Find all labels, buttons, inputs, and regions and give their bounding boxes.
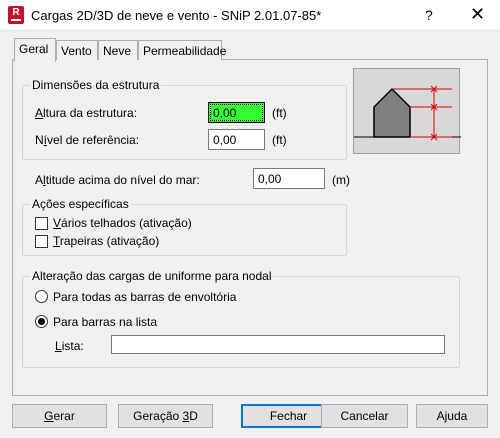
close-icon[interactable]: ✕ [470,4,485,25]
cancel-button[interactable]: Cancelar [321,404,408,428]
list-bars-radio[interactable] [35,315,48,328]
app-icon: R [8,6,24,24]
reference-level-unit: (ft) [272,133,287,147]
help-button[interactable]: Ajuda [416,404,488,428]
dormers-checkbox[interactable] [35,235,48,248]
height-label: Altura da estrutura: [35,106,138,120]
window-title: Cargas 2D/3D de neve e vento - SNiP 2.01… [31,8,322,23]
all-bars-label[interactable]: Para todas as barras de envoltória [53,290,236,304]
structure-preview-image [353,68,461,154]
height-unit: (ft) [272,106,287,120]
help-icon[interactable]: ? [425,7,433,23]
tab-vento[interactable]: Vento [56,40,98,60]
tab-label: Permeabilidade [143,44,227,58]
altitude-label: Altitude acima do nível do mar: [35,173,200,187]
dimensions-group-label: Dimensões da estrutura [30,78,162,92]
tab-label: Vento [61,44,92,58]
dormers-label[interactable]: Trapeiras (ativação) [53,234,159,248]
height-input[interactable]: 0,00 [208,102,265,123]
multiple-roofs-label[interactable]: Vários telhados (ativação) [53,216,192,230]
list-input[interactable] [111,335,445,354]
tab-label: Neve [103,44,132,58]
specific-actions-group [22,204,347,256]
specific-actions-group-label: Ações específicas [30,197,131,211]
reference-level-label: Nível de referência: [35,133,140,147]
generate-3d-button[interactable]: Geração 3D [118,404,213,428]
all-bars-radio[interactable] [35,290,48,303]
conversion-group-label: Alteração das cargas de uniforme para no… [30,269,274,283]
generate-button[interactable]: Gerar [12,404,107,428]
tab-geral[interactable]: Geral [14,38,56,62]
building-diagram-icon [354,85,461,141]
altitude-input[interactable]: 0,00 [253,168,325,189]
altitude-unit: (m) [332,173,350,187]
list-label: Lista: [55,339,84,353]
dimensions-group [22,85,347,160]
reference-level-input[interactable]: 0,00 [208,129,265,150]
multiple-roofs-checkbox[interactable] [35,217,48,230]
tab-permeabilidade[interactable]: Permeabilidade [138,40,226,60]
tab-neve[interactable]: Neve [98,40,138,60]
tab-label: Geral [19,42,49,56]
list-bars-label[interactable]: Para barras na lista [53,315,157,329]
